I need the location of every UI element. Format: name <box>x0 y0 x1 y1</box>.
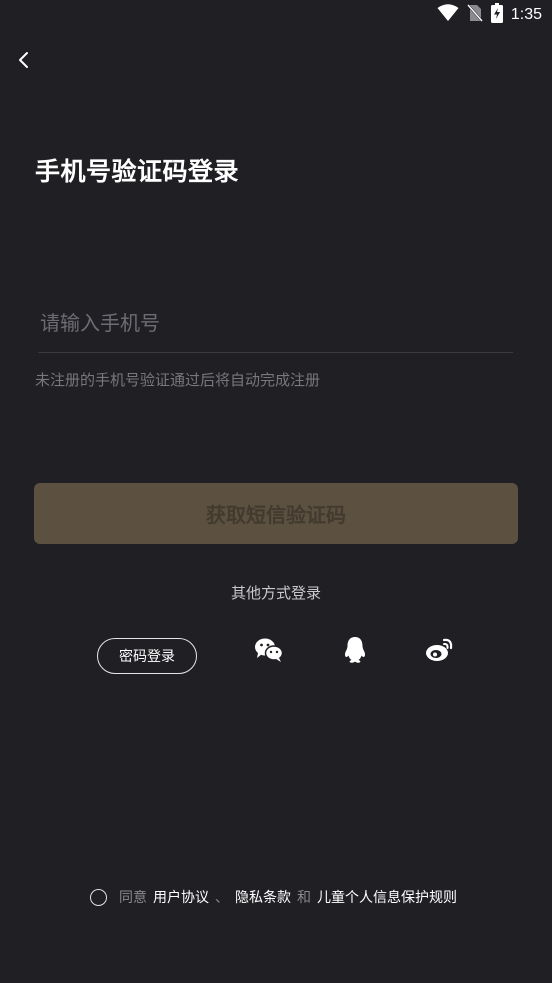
wechat-icon <box>254 637 284 667</box>
phone-input-container <box>38 296 513 353</box>
privacy-terms-link[interactable]: 隐私条款 <box>235 887 291 907</box>
other-login-label: 其他方式登录 <box>230 584 321 602</box>
wifi-icon <box>437 4 459 26</box>
qq-login-button[interactable] <box>339 636 371 668</box>
phone-input[interactable] <box>38 296 513 350</box>
agree-label: 同意 <box>119 890 147 906</box>
battery-charging-icon <box>490 3 503 27</box>
status-bar: 1:35 <box>0 0 552 30</box>
status-time: 1:35 <box>510 6 542 23</box>
user-agreement-link[interactable]: 用户协议 <box>153 887 209 907</box>
password-login-button[interactable]: 密码登录 <box>97 638 197 674</box>
page-title: 手机号验证码登录 <box>35 157 240 186</box>
qq-icon <box>343 636 367 668</box>
agreement-separator: 、 <box>215 890 229 906</box>
status-icons: 1:35 <box>437 3 542 27</box>
back-button[interactable] <box>10 48 38 76</box>
child-privacy-link[interactable]: 儿童个人信息保护规则 <box>317 887 457 907</box>
agreement-and: 和 <box>297 890 311 906</box>
agree-checkbox[interactable] <box>90 888 107 906</box>
get-sms-code-button[interactable]: 获取短信验证码 <box>34 483 518 544</box>
weibo-login-button[interactable] <box>424 638 456 666</box>
agreement-row: 同意 用户协议 、 隐私条款 和 儿童个人信息保护规则 <box>90 886 457 908</box>
no-sim-icon <box>466 4 483 26</box>
chevron-left-icon <box>17 50 31 74</box>
registration-hint: 未注册的手机号验证通过后将自动完成注册 <box>35 371 321 389</box>
weibo-icon <box>425 637 455 667</box>
wechat-login-button[interactable] <box>253 638 285 666</box>
